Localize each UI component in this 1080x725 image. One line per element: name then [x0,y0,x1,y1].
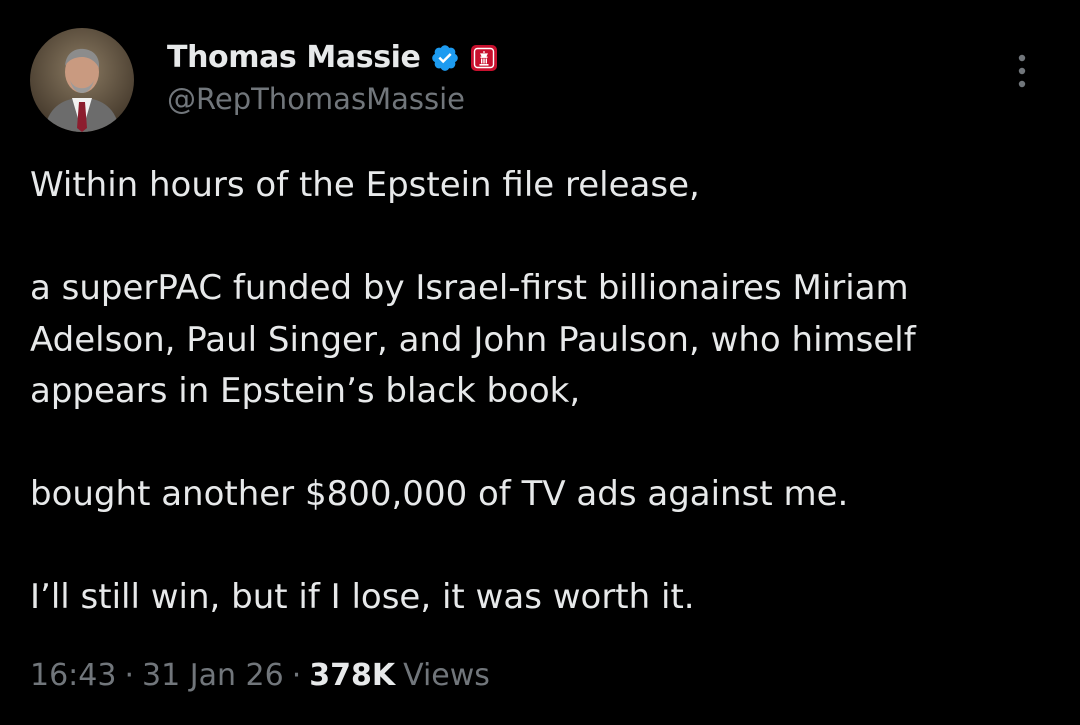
author-name-row: Thomas Massie [167,40,498,75]
tweet-paragraph: bought another $800,000 of TV ads agains… [30,474,849,514]
author-avatar[interactable] [30,28,134,132]
house-seal-icon[interactable] [470,44,498,72]
tweet-metadata: 16:43 · 31 Jan 26 · 378K Views [30,658,490,693]
tweet-text: Within hours of the Epstein file release… [30,160,1050,624]
meta-separator: · [291,658,302,693]
avatar-image [30,28,134,132]
views-count[interactable]: 378K [309,658,395,693]
meta-separator: · [124,658,135,693]
verified-badge-icon[interactable] [430,43,460,73]
tweet-time[interactable]: 16:43 [30,658,116,693]
more-options-icon[interactable] [1012,52,1032,92]
views-label: Views [403,658,490,693]
author-name[interactable]: Thomas Massie [167,40,421,75]
tweet-paragraph: Within hours of the Epstein file release… [30,165,700,205]
tweet-date[interactable]: 31 Jan 26 [142,658,284,693]
author-handle[interactable]: @RepThomasMassie [167,82,465,116]
tweet-paragraph: a superPAC funded by Israel-first billio… [30,268,916,411]
tweet-paragraph: I’ll still win, but if I lose, it was wo… [30,577,695,617]
